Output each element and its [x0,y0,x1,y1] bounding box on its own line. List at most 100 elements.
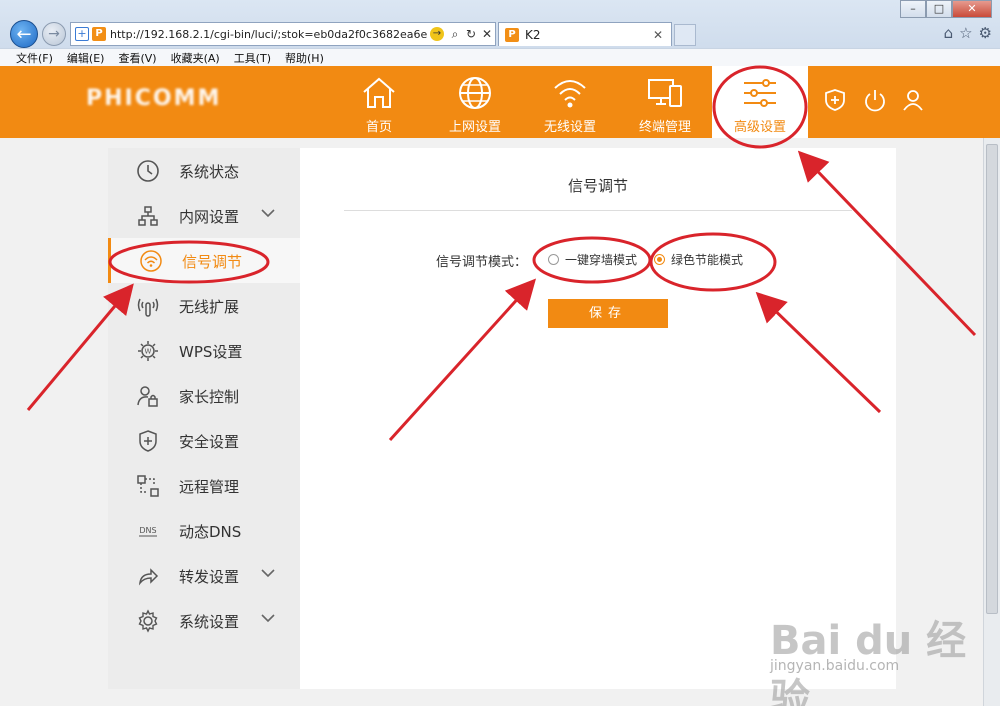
sidebar-item-label: 转发设置 [179,568,240,586]
watermark: Bai du 经验 jingyan.baidu.com [760,600,980,706]
chevron-down-icon [261,209,275,218]
favorites-star-icon[interactable]: ☆ [959,24,972,42]
forward-button[interactable]: → [42,22,66,46]
shield-icon[interactable] [824,88,846,112]
go-icon[interactable]: → [430,27,444,41]
user-icon[interactable] [902,88,924,112]
menu-bar: 文件(F) 编辑(E) 查看(V) 收藏夹(A) 工具(T) 帮助(H) [0,48,1000,66]
sidebar-item-label: 安全设置 [179,433,240,451]
menu-help[interactable]: 帮助(H) [285,50,324,66]
nav-advanced[interactable]: 高级设置 [712,66,808,138]
browser-chrome: ← → + P http://192.168.2.1/cgi-bin/luci/… [0,0,1000,66]
radio-dot-selected[interactable] [654,254,665,265]
radio-dot[interactable] [548,254,559,265]
browser-tab[interactable]: P K2 ✕ [498,22,672,46]
nav-internet-label: 上网设置 [448,120,501,135]
window-controls: – □ ✕ [900,0,992,18]
sliders-icon [744,79,776,107]
site-favicon: P [92,27,106,41]
radio-green-mode[interactable]: 绿色节能模式 [654,251,743,268]
mode-label: 信号调节模式： [436,255,528,270]
parental-icon [137,386,158,407]
watermark-url: jingyan.baidu.com [770,658,900,674]
gear-icon[interactable]: ⚙ [979,24,992,42]
sidebar-item-wps[interactable]: W WPS设置 [108,328,300,373]
nav-home[interactable]: 首页 [331,66,427,138]
power-icon[interactable] [864,88,886,112]
tab-favicon: P [505,27,519,42]
shield-icon [139,430,157,452]
radio-wall-mode[interactable]: 一键穿墙模式 [548,251,637,268]
radio-label: 绿色节能模式 [671,253,744,267]
refresh-icon[interactable]: ↻ [463,27,479,41]
menu-edit[interactable]: 编辑(E) [67,50,105,66]
dns-icon: DNS [139,526,157,537]
tab-title: K2 [525,27,541,42]
compat-icon: + [75,27,89,41]
antenna-icon [137,298,159,317]
nav-devices[interactable]: 终端管理 [617,66,713,138]
menu-tools[interactable]: 工具(T) [234,50,271,66]
signal-icon [140,250,162,272]
address-bar[interactable]: + P http://192.168.2.1/cgi-bin/luci/;sto… [70,22,496,46]
sidebar-item-extender[interactable]: 无线扩展 [108,283,300,328]
sidebar-item-label: 远程管理 [179,478,240,496]
remote-icon [137,475,159,497]
scrollbar-thumb[interactable] [986,144,998,614]
nav-wireless[interactable]: 无线设置 [522,66,618,138]
nav-advanced-label: 高级设置 [733,120,786,135]
sidebar-item-parental[interactable]: 家长控制 [108,373,300,418]
sidebar-item-ddns[interactable]: DNS 动态DNS [108,508,300,553]
sidebar-item-security[interactable]: 安全设置 [108,418,300,463]
forward-arrow-icon: → [48,26,60,42]
globe-icon [459,77,491,109]
menu-file[interactable]: 文件(F) [16,50,53,66]
chevron-down-icon [261,569,275,578]
nav-wireless-label: 无线设置 [543,120,596,135]
home-icon [363,77,395,108]
back-arrow-icon: ← [16,23,32,45]
sidebar-item-remote[interactable]: 远程管理 [108,463,300,508]
sidebar-item-label: 信号调节 [182,253,243,271]
search-icon[interactable]: ⌕ [447,27,463,42]
save-button[interactable]: 保存 [548,299,668,328]
page-title: 信号调节 [567,177,628,195]
menu-view[interactable]: 查看(V) [118,50,156,66]
sidebar-item-label: 系统设置 [179,613,240,631]
sidebar-item-system[interactable]: 系统设置 [108,598,300,643]
svg-text:DNS: DNS [139,526,156,535]
sidebar-item-label: 内网设置 [179,208,240,226]
scrollbar[interactable] [983,138,1000,706]
nav-devices-label: 终端管理 [638,120,691,135]
svg-text:W: W [145,348,152,356]
menu-favorites[interactable]: 收藏夹(A) [171,50,220,66]
sidebar-item-status[interactable]: 系统状态 [108,148,300,193]
sidebar-item-label: 动态DNS [179,523,242,541]
radio-label: 一键穿墙模式 [565,253,638,267]
address-url[interactable]: http://192.168.2.1/cgi-bin/luci/;stok=eb… [110,28,427,41]
sidebar-item-label: 无线扩展 [179,298,240,316]
home-icon[interactable]: ⌂ [944,24,954,42]
network-icon [138,206,158,226]
clock-icon [137,160,159,182]
minimize-button[interactable]: – [900,0,926,18]
sidebar-item-lan[interactable]: 内网设置 [108,193,300,238]
sidebar: 系统状态 内网设置 信号调节 无线扩展 W WPS设置 家长控制 安全设置 远程… [108,148,300,689]
back-button[interactable]: ← [10,20,38,48]
stop-icon[interactable]: ✕ [479,27,495,41]
new-tab-button[interactable] [674,24,696,46]
brand-logo: PHICOMM [86,86,222,111]
gear-icon [138,609,158,633]
sidebar-item-label: 系统状态 [179,163,240,181]
sidebar-item-signal[interactable]: 信号调节 [108,238,300,283]
sidebar-item-forwarding[interactable]: 转发设置 [108,553,300,598]
sidebar-item-label: 家长控制 [179,388,240,406]
browser-tools: ⌂ ☆ ⚙ [944,24,992,42]
forward-icon [138,568,159,586]
tab-close-icon[interactable]: ✕ [653,28,671,42]
maximize-button[interactable]: □ [926,0,952,18]
nav-home-label: 首页 [365,120,392,135]
nav-internet[interactable]: 上网设置 [427,66,523,138]
window-close-button[interactable]: ✕ [952,0,992,18]
chevron-down-icon [261,614,275,623]
